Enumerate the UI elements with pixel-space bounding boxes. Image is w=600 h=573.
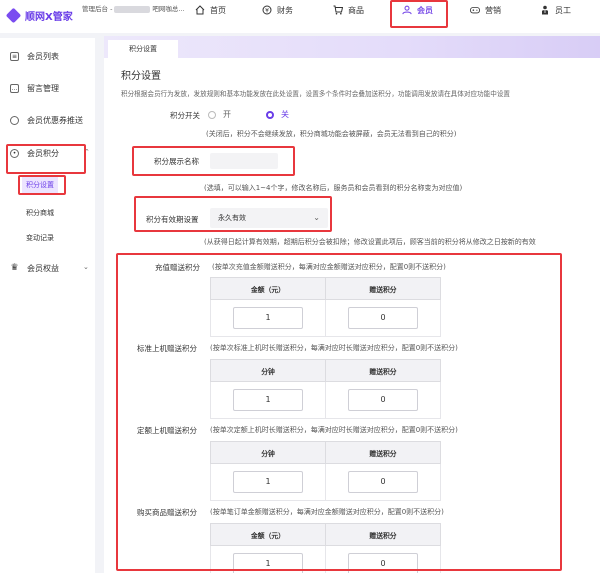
standard-points-input[interactable]: 0 [348, 389, 418, 411]
fixed-points-input[interactable]: 0 [348, 471, 418, 493]
display-name-input[interactable] [210, 153, 278, 169]
purchase-points-input[interactable]: 0 [348, 553, 418, 573]
points-switch-hint: (关闭后，积分不会继续发放，积分商城功能会被屏蔽，会员无法看到自己的积分) [206, 130, 457, 138]
staff-icon [540, 5, 550, 15]
recharge-points-label: 充值赠送积分 [155, 263, 200, 272]
table-header: 分钟 [210, 441, 326, 464]
coupon-icon [10, 115, 19, 125]
fixed-login-points-label: 定额上机赠送积分 [137, 426, 197, 435]
table-cell: 1 [210, 381, 326, 419]
top-bar: 顺网X管家 管理后台 - 吧网咖总... 首页 ¥ 财务 商品 会员 营销 员工 [0, 0, 600, 33]
fixed-minutes-input[interactable]: 1 [233, 471, 303, 493]
tab-strip: 积分设置 [104, 36, 600, 58]
table-header: 赠送积分 [325, 277, 441, 300]
table-cell: 1 [210, 299, 326, 337]
recharge-points-hint: (按单次充值金额赠送积分，每满对应金额赠送对应积分，配置0则不送积分) [212, 263, 446, 271]
purchase-amount-input[interactable]: 1 [233, 553, 303, 573]
recharge-amount-input[interactable]: 1 [233, 307, 303, 329]
table-header: 赠送积分 [325, 441, 441, 464]
table-header: 赠送积分 [325, 523, 441, 546]
chevron-up-icon: ⌃ [84, 148, 90, 156]
finance-icon: ¥ [262, 5, 272, 15]
sidebar-item-coupons[interactable]: 会员优惠券推送 [10, 113, 83, 127]
display-name-label: 积分展示名称 [154, 157, 199, 166]
redacted-name [114, 5, 151, 13]
purchase-points-table: 金额（元） 赠送积分 1 0 [210, 523, 441, 573]
recharge-points-input[interactable]: 0 [348, 307, 418, 329]
section-description: 积分根据会员行为发放，发放规则和基本功能发放在此处设置，设置多个条件时会叠加送积… [121, 90, 511, 98]
table-cell: 0 [325, 545, 441, 573]
tab-points-settings[interactable]: 积分设置 [108, 40, 178, 58]
points-switch-label: 积分开关 [170, 111, 200, 120]
sidebar-item-member-list[interactable]: ≡ 会员列表 [10, 49, 59, 63]
table-header: 分钟 [210, 359, 326, 382]
standard-minutes-input[interactable]: 1 [233, 389, 303, 411]
list-icon: ≡ [10, 51, 19, 61]
standard-login-points-label: 标准上机赠送积分 [137, 344, 197, 353]
section-title: 积分设置 [121, 71, 161, 82]
standard-login-points-hint: (按单次标准上机时长赠送积分，每满对应时长赠送对应积分，配置0则不送积分) [210, 344, 458, 352]
sidebar-sub-change-log[interactable]: 变动记录 [26, 233, 54, 243]
gamepad-icon [470, 5, 480, 15]
fixed-login-points-table: 分钟 赠送积分 1 0 [210, 441, 441, 501]
fixed-login-points-hint: (按单次定额上机时长赠送积分，每满对应时长赠送对应积分，配置0则不送积分) [210, 426, 458, 434]
chevron-down-icon: ⌄ [83, 263, 89, 271]
purchase-points-label: 购买商品赠送积分 [137, 508, 197, 517]
radio-checked-icon [266, 110, 274, 119]
validity-hint: (从获得日起计算有效期，超期后积分会被扣除；修改设置此项后，顾客当前的积分将从修… [204, 238, 536, 246]
standard-login-points-table: 分钟 赠送积分 1 0 [210, 359, 441, 419]
points-icon: • [10, 148, 19, 158]
validity-select[interactable]: 永久有效 ⌄ [210, 208, 328, 228]
table-cell: 0 [325, 463, 441, 501]
member-icon [402, 5, 412, 15]
logo-text: 顺网X管家 [25, 11, 73, 23]
nav-finance[interactable]: ¥ 财务 [262, 3, 293, 17]
nav-home[interactable]: 首页 [195, 3, 226, 17]
sidebar-sub-points-mall[interactable]: 积分商城 [26, 208, 54, 218]
table-cell: 1 [210, 545, 326, 573]
crown-icon: ♛ [10, 263, 19, 273]
sidebar-item-messages[interactable]: … 留言管理 [10, 81, 59, 95]
svg-text:¥: ¥ [265, 7, 269, 14]
recharge-points-table: 金额（元） 赠送积分 1 0 [210, 277, 441, 337]
table-header: 金额（元） [210, 523, 326, 546]
radio-on[interactable]: 开 [208, 109, 231, 120]
nav-goods[interactable]: 商品 [333, 3, 364, 17]
sidebar: ≡ 会员列表 … 留言管理 会员优惠券推送 • 会员积分 ⌃ 积分设置 积分商城… [0, 38, 95, 573]
table-cell: 0 [325, 381, 441, 419]
display-name-hint: (选填，可以输入1~4个字，修改名称后，服务员和会员看到的积分名称变为对应值) [204, 184, 463, 192]
main-panel: 积分设置 积分设置 积分根据会员行为发放，发放规则和基本功能发放在此处设置，设置… [104, 36, 600, 573]
nav-marketing[interactable]: 营销 [470, 3, 501, 17]
validity-label: 积分有效期设置 [146, 215, 199, 224]
radio-off[interactable]: 关 [266, 109, 289, 120]
sidebar-item-member-rights[interactable]: ♛ 会员权益 [10, 261, 59, 275]
cart-icon [333, 5, 343, 15]
nav-member[interactable]: 会员 [402, 3, 433, 17]
sidebar-sub-points-settings[interactable]: 积分设置 [22, 177, 58, 193]
logo: 顺网X管家 [5, 7, 73, 23]
table-header: 金额（元） [210, 277, 326, 300]
message-icon: … [10, 83, 19, 93]
sidebar-item-points[interactable]: • 会员积分 [10, 146, 59, 160]
table-header: 赠送积分 [325, 359, 441, 382]
table-cell: 0 [325, 299, 441, 337]
purchase-points-hint: (按单笔订单金额赠送积分，每满对应金额赠送对应积分，配置0则不送积分) [210, 508, 444, 516]
nav-staff[interactable]: 员工 [540, 3, 571, 17]
store-subtitle[interactable]: 管理后台 - 吧网咖总... [82, 3, 185, 13]
logo-icon [5, 7, 22, 23]
chevron-down-icon: ⌄ [313, 213, 320, 222]
radio-circle-icon [208, 110, 216, 119]
table-cell: 1 [210, 463, 326, 501]
home-icon [195, 5, 205, 15]
